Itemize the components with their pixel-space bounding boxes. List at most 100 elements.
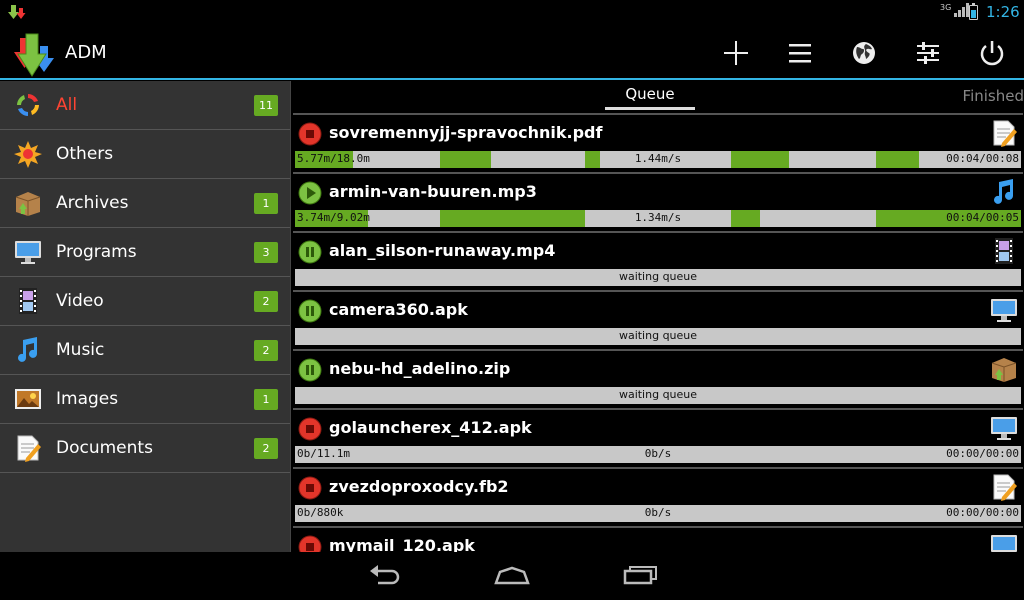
download-item[interactable]: armin-van-buuren.mp3 3.74m/9.02m 1.34m/s 00… [293,172,1023,229]
download-speed: 0b/s [644,506,672,519]
monitor-icon [991,535,1017,552]
download-filename: mymail_120.apk [329,536,475,552]
sidebar-item-label: Images [56,389,119,409]
download-filename: camera360.apk [329,300,468,319]
download-list-panel: Queue Finished sovremennyjj-spravochnik.… [290,81,1024,552]
count-badge: 1 [254,389,278,410]
sidebar-item-label: Video [56,291,104,311]
download-filename: golauncherex_412.apk [329,418,532,437]
download-status-text: waiting queue [618,270,698,283]
download-item[interactable]: sovremennyjj-spravochnik.pdf 5.77m/18.0m 1… [293,113,1023,170]
sidebar-item-programs[interactable]: Programs 3 [0,228,290,277]
film-icon [995,238,1013,264]
download-progress-bar: waiting queue [295,328,1021,345]
sidebar-item-images[interactable]: Images 1 [0,375,290,424]
settings-sliders-icon [917,42,939,64]
adm-logo-icon [14,33,54,77]
download-item[interactable]: mymail_120.apk [293,526,1023,552]
music-note-icon [994,179,1013,204]
download-notification-icon [8,5,26,19]
pause-status-icon[interactable] [298,240,322,264]
monitor-icon [991,299,1017,322]
stop-status-icon[interactable] [298,476,322,500]
count-badge: 3 [254,242,278,263]
clock: 1:26 [986,3,1020,21]
film-icon [19,288,37,314]
home-icon[interactable] [493,562,531,590]
browser-globe-icon [853,42,875,64]
action-bar: ADM [0,25,1024,80]
power-icon [980,41,1004,66]
add-button[interactable] [720,37,752,69]
archive-box-icon [991,358,1017,382]
sidebar-item-label: Programs [56,242,137,262]
download-progress-bar: waiting queue [295,387,1021,404]
browser-button[interactable] [848,37,880,69]
pause-status-icon[interactable] [298,358,322,382]
menu-icon [789,44,811,63]
download-speed: 0b/s [644,447,672,460]
status-bar: 3G 1:26 [0,0,1024,25]
app-title: ADM [65,42,107,63]
sidebar-item-others[interactable]: Others [0,130,290,179]
sidebar-item-all[interactable]: All 11 [0,81,290,130]
tab-bar: Queue Finished [291,81,1024,113]
pause-status-icon[interactable] [298,299,322,323]
tab-queue[interactable]: Queue [605,85,695,110]
others-burst-icon [14,141,42,168]
download-item[interactable]: zvezdoproxodcy.fb2 0b/880k 0b/s 00:00/00:00 [293,467,1023,524]
stop-status-icon[interactable] [298,122,322,146]
download-item[interactable]: camera360.apk waiting queue [293,290,1023,347]
download-time: 00:00/00:00 [946,447,1019,460]
download-item[interactable]: nebu-hd_adelino.zipwaiting queue [293,349,1023,406]
download-speed: 1.44m/s [634,152,682,165]
recent-apps-icon[interactable] [622,562,660,590]
download-filename: nebu-hd_adelino.zip [329,359,511,378]
music-note-icon [18,337,37,362]
sidebar-item-documents[interactable]: Documents 2 [0,424,290,473]
download-item[interactable]: alan_silson-runaway.mp4waiting queue [293,231,1023,288]
monitor-icon [991,417,1017,440]
download-progress-bar: waiting queue [295,269,1021,286]
add-icon [724,41,748,65]
download-time: 00:04/00:08 [946,152,1019,165]
sidebar-item-label: Documents [56,438,153,458]
image-icon [15,389,41,409]
count-badge: 2 [254,340,278,361]
all-refresh-icon [17,94,39,116]
count-badge: 2 [254,438,278,459]
signal-icon: 3G [940,3,970,17]
menu-button[interactable] [784,37,816,69]
monitor-icon [15,241,41,264]
battery-icon [969,3,978,20]
play-status-icon[interactable] [298,181,322,205]
download-filename: alan_silson-runaway.mp4 [329,241,556,260]
download-item[interactable]: golauncherex_412.apk 0b/11.1m 0b/s 00:00/00… [293,408,1023,465]
sidebar-item-music[interactable]: Music 2 [0,326,290,375]
download-progress-bar: 0b/880k 0b/s 00:00/00:00 [295,505,1021,522]
sidebar-item-archives[interactable]: Archives 1 [0,179,290,228]
document-icon [993,120,1017,147]
document-icon [17,435,41,462]
download-progress-bar: 3.74m/9.02m 1.34m/s 00:04/00:05 [295,210,1021,227]
stop-status-icon[interactable] [298,535,322,552]
settings-button[interactable] [912,37,944,69]
download-speed: 1.34m/s [634,211,682,224]
sidebar-item-label: Music [56,340,105,360]
sidebar-item-label: Archives [56,193,129,213]
power-button[interactable] [976,37,1008,69]
download-time: 00:00/00:00 [946,506,1019,519]
download-status-text: waiting queue [618,388,698,401]
back-icon[interactable] [366,562,402,590]
count-badge: 11 [254,95,278,116]
count-badge: 1 [254,193,278,214]
download-status-text: waiting queue [618,329,698,342]
stop-status-icon[interactable] [298,417,322,441]
download-filename: sovremennyjj-spravochnik.pdf [329,123,603,142]
signal-label: 3G [940,3,952,12]
count-badge: 2 [254,291,278,312]
navigation-bar [0,552,1024,600]
archive-box-icon [15,192,41,216]
tab-finished[interactable]: Finished [963,87,1024,105]
sidebar-item-video[interactable]: Video 2 [0,277,290,326]
